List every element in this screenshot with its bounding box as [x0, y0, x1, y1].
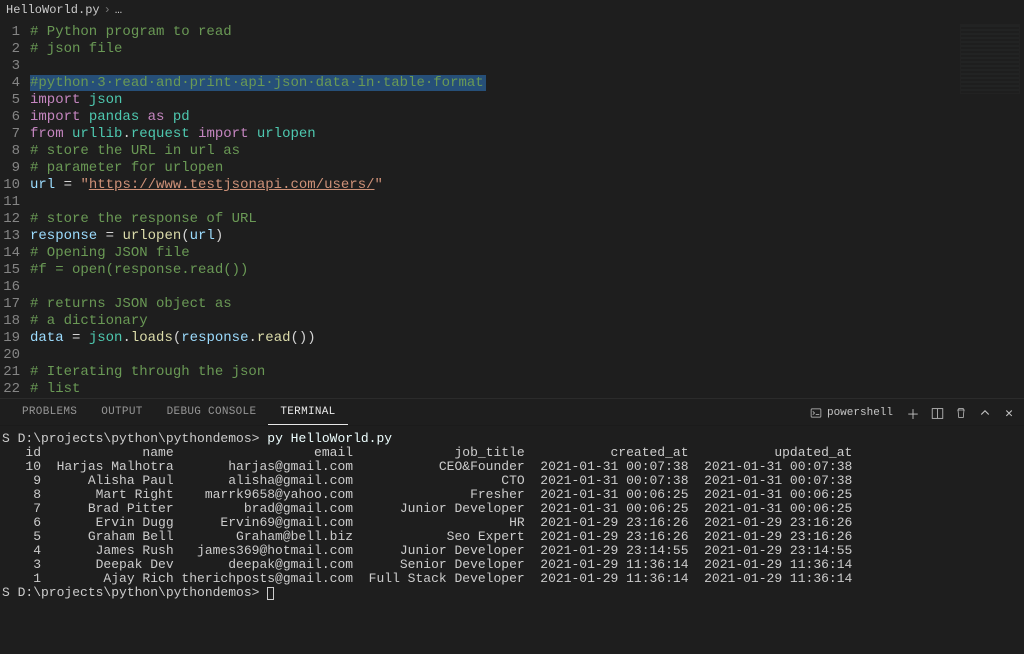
- line-number: 12: [0, 211, 30, 228]
- breadcrumb-more[interactable]: …: [115, 3, 122, 17]
- close-panel-icon[interactable]: ✕: [1002, 406, 1016, 420]
- tab-debug-console[interactable]: DEBUG CONSOLE: [155, 400, 269, 424]
- kill-terminal-icon[interactable]: [954, 406, 968, 420]
- split-terminal-icon[interactable]: [930, 406, 944, 420]
- line-number: 14: [0, 245, 30, 262]
- code-line[interactable]: 18# a dictionary: [0, 313, 1024, 330]
- code-line[interactable]: 16: [0, 279, 1024, 296]
- code-line[interactable]: 10url = "https://www.testjsonapi.com/use…: [0, 177, 1024, 194]
- code-line[interactable]: 20: [0, 347, 1024, 364]
- line-number: 4: [0, 75, 30, 92]
- terminal-shell-label: powershell: [827, 407, 893, 419]
- line-number: 3: [0, 58, 30, 75]
- code-line[interactable]: 15#f = open(response.read()): [0, 262, 1024, 279]
- code-line[interactable]: 14# Opening JSON file: [0, 245, 1024, 262]
- code-editor[interactable]: 1# Python program to read2# json file34#…: [0, 20, 1024, 398]
- line-number: 17: [0, 296, 30, 313]
- tab-terminal[interactable]: TERMINAL: [268, 400, 347, 425]
- editor-area[interactable]: 1# Python program to read2# json file34#…: [0, 20, 1024, 398]
- code-line[interactable]: 21# Iterating through the json: [0, 364, 1024, 381]
- line-number: 8: [0, 143, 30, 160]
- code-line[interactable]: 5import json: [0, 92, 1024, 109]
- code-line[interactable]: 17# returns JSON object as: [0, 296, 1024, 313]
- code-line[interactable]: 13response = urlopen(url): [0, 228, 1024, 245]
- code-line[interactable]: 8# store the URL in url as: [0, 143, 1024, 160]
- terminal-output[interactable]: S D:\projects\python\pythondemos> py Hel…: [0, 426, 1024, 654]
- code-line[interactable]: 11: [0, 194, 1024, 211]
- line-number: 5: [0, 92, 30, 109]
- panel-actions: powershell ＋ ✕: [806, 399, 1016, 427]
- new-terminal-icon[interactable]: ＋: [906, 406, 920, 420]
- line-number: 1: [0, 24, 30, 41]
- line-number: 7: [0, 126, 30, 143]
- code-line[interactable]: 2# json file: [0, 41, 1024, 58]
- breadcrumb-file[interactable]: HelloWorld.py: [6, 3, 100, 17]
- tab-output[interactable]: OUTPUT: [89, 400, 154, 424]
- line-number: 18: [0, 313, 30, 330]
- code-line[interactable]: 6import pandas as pd: [0, 109, 1024, 126]
- line-number: 6: [0, 109, 30, 126]
- line-number: 10: [0, 177, 30, 194]
- line-number: 16: [0, 279, 30, 296]
- line-number: 21: [0, 364, 30, 381]
- code-line[interactable]: 4#python·3·read·and·print·api·json·data·…: [0, 75, 1024, 92]
- line-number: 9: [0, 160, 30, 177]
- code-line[interactable]: 12# store the response of URL: [0, 211, 1024, 228]
- line-number: 11: [0, 194, 30, 211]
- code-line[interactable]: 9# parameter for urlopen: [0, 160, 1024, 177]
- maximize-panel-icon[interactable]: [978, 406, 992, 420]
- code-line[interactable]: 3: [0, 58, 1024, 75]
- line-number: 20: [0, 347, 30, 364]
- code-line[interactable]: 7from urllib.request import urlopen: [0, 126, 1024, 143]
- line-number: 22: [0, 381, 30, 398]
- code-line[interactable]: 19data = json.loads(response.read()): [0, 330, 1024, 347]
- code-line[interactable]: 22# list: [0, 381, 1024, 398]
- breadcrumb[interactable]: HelloWorld.py › …: [0, 0, 1024, 20]
- line-number: 2: [0, 41, 30, 58]
- terminal-shell-selector[interactable]: powershell: [806, 404, 896, 422]
- line-number: 13: [0, 228, 30, 245]
- tab-problems[interactable]: PROBLEMS: [10, 400, 89, 424]
- line-number: 15: [0, 262, 30, 279]
- code-line[interactable]: 1# Python program to read: [0, 24, 1024, 41]
- breadcrumb-sep: ›: [104, 3, 111, 17]
- line-number: 19: [0, 330, 30, 347]
- terminal-icon: [809, 406, 823, 420]
- panel-tabs: PROBLEMS OUTPUT DEBUG CONSOLE TERMINAL p…: [0, 398, 1024, 426]
